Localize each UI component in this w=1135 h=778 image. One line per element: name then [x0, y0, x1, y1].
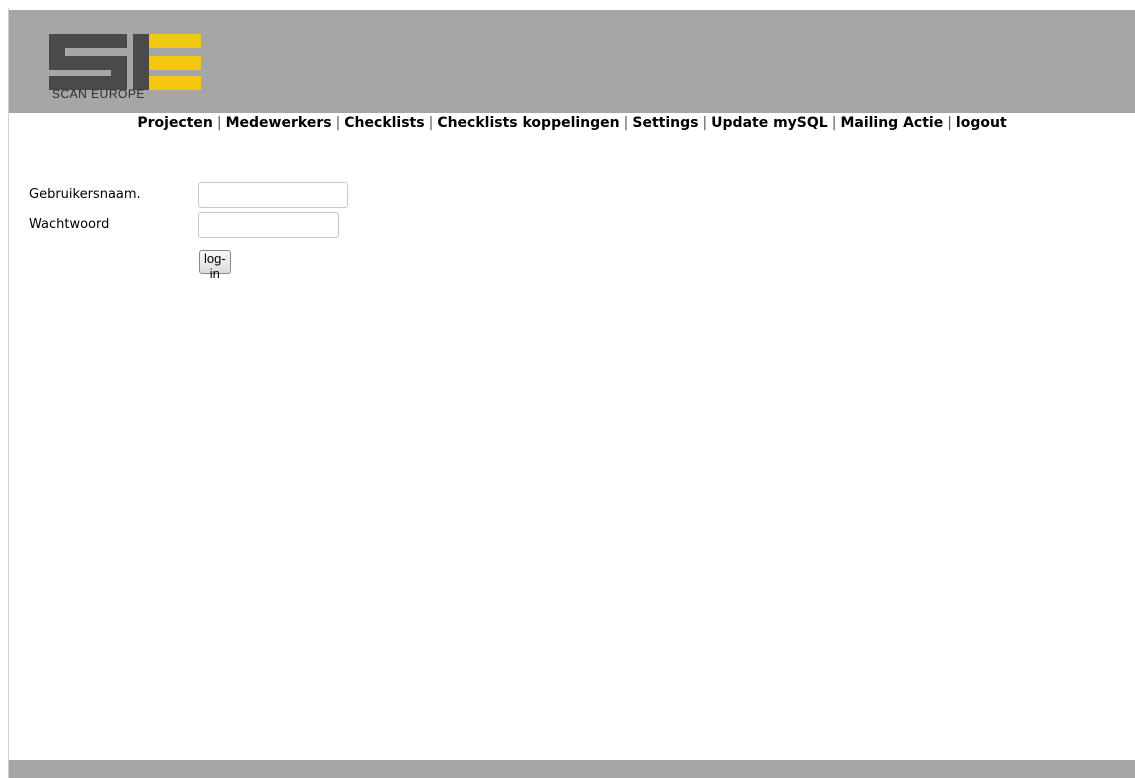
- nav-projecten[interactable]: Projecten: [137, 115, 213, 131]
- password-label: Wachtwoord: [29, 217, 110, 232]
- password-input[interactable]: [198, 212, 339, 238]
- username-row: Gebruikersnaam.: [29, 182, 429, 208]
- username-label: Gebruikersnaam.: [29, 187, 141, 202]
- nav-logout[interactable]: logout: [956, 115, 1007, 131]
- password-row: Wachtwoord: [29, 212, 429, 238]
- nav-separator: |: [216, 115, 222, 131]
- nav-checklists-koppelingen[interactable]: Checklists koppelingen: [437, 115, 619, 131]
- nav-medewerkers[interactable]: Medewerkers: [226, 115, 332, 131]
- nav-settings[interactable]: Settings: [632, 115, 698, 131]
- nav-update-mysql[interactable]: Update mySQL: [711, 115, 828, 131]
- logo-text: SCAN EUROPE: [52, 87, 145, 101]
- nav-separator: |: [335, 115, 341, 131]
- login-button[interactable]: log-in: [199, 250, 231, 281]
- nav-separator: |: [702, 115, 708, 131]
- nav-checklists[interactable]: Checklists: [344, 115, 424, 131]
- nav-separator: |: [428, 115, 434, 131]
- header-banner: SCAN EUROPE: [9, 10, 1135, 113]
- nav-separator: |: [947, 115, 952, 131]
- nav-separator: |: [623, 115, 629, 131]
- scan-europe-logo[interactable]: SCAN EUROPE: [47, 32, 203, 102]
- page-frame: SCAN EUROPE Projecten | Medewerkers | Checkl…: [8, 8, 1135, 778]
- footer-bar: [9, 760, 1135, 778]
- nav-separator: |: [831, 115, 837, 131]
- main-navigation: Projecten | Medewerkers | Checklists | Checkli…: [9, 115, 1135, 131]
- username-input[interactable]: [198, 182, 348, 208]
- nav-mailing-actie[interactable]: Mailing Actie: [840, 115, 943, 131]
